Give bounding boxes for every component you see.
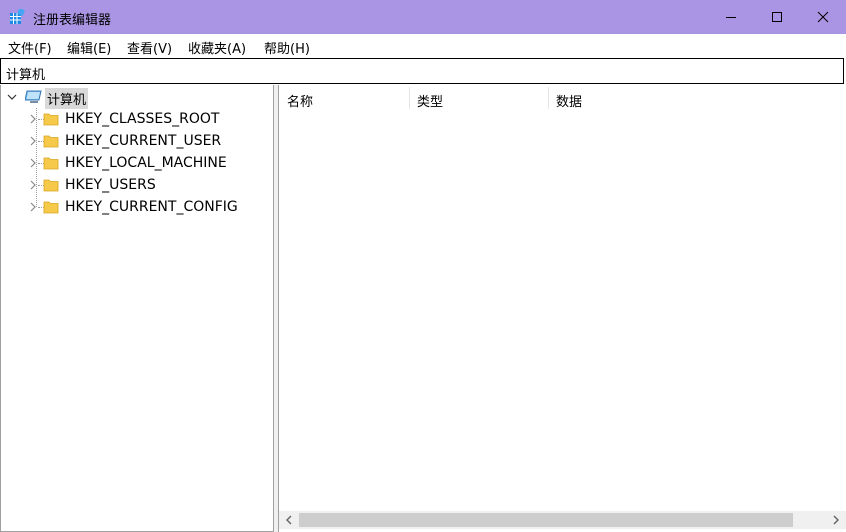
tree-item-label: HKEY_CURRENT_USER bbox=[65, 133, 222, 149]
menu-favorites[interactable]: 收藏夹(A) bbox=[188, 38, 246, 57]
scroll-right-icon[interactable] bbox=[832, 515, 840, 525]
tree-item-hkcu[interactable]: HKEY_CURRENT_USER bbox=[1, 130, 271, 152]
minimize-icon bbox=[726, 17, 736, 18]
chevron-right-icon[interactable] bbox=[28, 114, 38, 124]
tree-root-computer[interactable]: 计算机 bbox=[1, 86, 271, 109]
column-header-name[interactable]: 名称 bbox=[279, 85, 409, 111]
chevron-down-icon[interactable] bbox=[7, 92, 17, 102]
minimize-button[interactable] bbox=[708, 0, 754, 34]
column-header-type[interactable]: 类型 bbox=[409, 85, 548, 111]
tree-item-label: HKEY_LOCAL_MACHINE bbox=[65, 155, 227, 171]
chevron-right-icon[interactable] bbox=[28, 180, 38, 190]
maximize-button[interactable] bbox=[754, 0, 800, 34]
tree-pane[interactable]: 计算机 HKEY_CLASSES_ROOT HKEY_CURRENT_USER … bbox=[0, 85, 274, 532]
column-header-data[interactable]: 数据 bbox=[548, 85, 845, 111]
tree-item-label: HKEY_CLASSES_ROOT bbox=[65, 111, 220, 127]
computer-icon bbox=[25, 90, 42, 103]
address-bar[interactable]: 计算机 bbox=[0, 58, 844, 84]
tree-item-hkcc[interactable]: HKEY_CURRENT_CONFIG bbox=[1, 196, 271, 218]
menu-bar: 文件(F) 编辑(E) 查看(V) 收藏夹(A) 帮助(H) bbox=[0, 34, 846, 58]
window-title: 注册表编辑器 bbox=[33, 13, 112, 28]
close-icon bbox=[817, 11, 829, 23]
tree-item-label: HKEY_USERS bbox=[65, 177, 156, 193]
folder-icon bbox=[43, 113, 59, 126]
tree-item-hku[interactable]: HKEY_USERS bbox=[1, 174, 271, 196]
menu-view[interactable]: 查看(V) bbox=[127, 38, 172, 57]
column-header-data-label: 数据 bbox=[556, 95, 583, 110]
tree-item-label: HKEY_CURRENT_CONFIG bbox=[65, 199, 238, 215]
scroll-left-icon[interactable] bbox=[285, 515, 293, 525]
tree-item-hkcr[interactable]: HKEY_CLASSES_ROOT bbox=[1, 108, 271, 130]
folder-icon bbox=[43, 201, 59, 214]
chevron-right-icon[interactable] bbox=[28, 136, 38, 146]
maximize-icon bbox=[772, 12, 782, 22]
close-button[interactable] bbox=[800, 0, 846, 34]
registry-editor-icon bbox=[10, 9, 25, 24]
menu-help[interactable]: 帮助(H) bbox=[264, 38, 310, 57]
column-header-type-label: 类型 bbox=[417, 95, 444, 110]
address-path: 计算机 bbox=[6, 68, 46, 83]
menu-file[interactable]: 文件(F) bbox=[8, 38, 52, 57]
horizontal-scrollbar[interactable] bbox=[279, 511, 846, 529]
scrollbar-thumb[interactable] bbox=[299, 513, 793, 527]
chevron-right-icon[interactable] bbox=[28, 202, 38, 212]
title-bar[interactable]: 注册表编辑器 bbox=[0, 0, 846, 34]
values-list-pane[interactable]: 名称 类型 数据 bbox=[278, 85, 846, 532]
column-header-name-label: 名称 bbox=[287, 95, 314, 110]
folder-icon bbox=[43, 135, 59, 148]
tree-item-hklm[interactable]: HKEY_LOCAL_MACHINE bbox=[1, 152, 271, 174]
folder-icon bbox=[43, 157, 59, 170]
folder-icon bbox=[43, 179, 59, 192]
tree-root-label: 计算机 bbox=[45, 88, 89, 109]
chevron-right-icon[interactable] bbox=[28, 158, 38, 168]
menu-edit[interactable]: 编辑(E) bbox=[67, 38, 111, 57]
